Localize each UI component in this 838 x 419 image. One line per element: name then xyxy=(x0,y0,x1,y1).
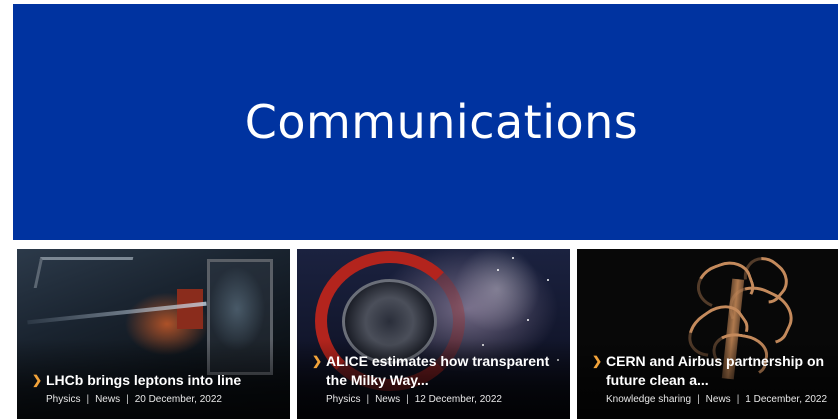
chevron-right-icon: ❯ xyxy=(312,354,323,368)
chevron-right-icon: ❯ xyxy=(32,373,43,387)
news-card-meta: Knowledge sharing | News | 1 December, 2022 xyxy=(592,394,828,405)
meta-separator: | xyxy=(736,394,740,405)
news-card-airbus[interactable]: ❯ CERN and Airbus partnership on future … xyxy=(577,249,838,419)
news-card-category: Knowledge sharing xyxy=(606,394,692,405)
star xyxy=(527,319,529,321)
news-card-title[interactable]: ALICE estimates how transparent the Milk… xyxy=(326,352,560,390)
news-card-lhcb[interactable]: ❯ LHCb brings leptons into line Physics |… xyxy=(17,249,290,419)
star xyxy=(547,279,549,281)
news-card-date: 20 December, 2022 xyxy=(134,394,222,405)
meta-separator: | xyxy=(126,394,129,405)
news-card-list: ❯ LHCb brings leptons into line Physics |… xyxy=(17,249,838,419)
meta-separator: | xyxy=(366,394,370,405)
news-card-title-row[interactable]: ❯ CERN and Airbus partnership on future … xyxy=(592,352,828,390)
news-card-date: 12 December, 2022 xyxy=(414,394,502,405)
news-card-caption: ❯ LHCb brings leptons into line Physics |… xyxy=(32,371,280,405)
news-card-category: Physics xyxy=(46,394,81,405)
meta-separator: | xyxy=(86,394,90,405)
communications-banner: Communications xyxy=(13,4,838,240)
news-card-title-row[interactable]: ❯ ALICE estimates how transparent the Mi… xyxy=(312,352,560,390)
star xyxy=(497,269,499,271)
news-card-category: Physics xyxy=(326,394,361,405)
news-card-title[interactable]: LHCb brings leptons into line xyxy=(46,371,241,390)
meta-separator: | xyxy=(406,394,409,405)
news-card-meta: Physics | News | 12 December, 2022 xyxy=(312,394,560,405)
detector-frame xyxy=(33,257,134,288)
news-card-type: News xyxy=(95,394,121,405)
star xyxy=(512,257,514,259)
news-card-title[interactable]: CERN and Airbus partnership on future cl… xyxy=(606,352,828,390)
news-card-type: News xyxy=(375,394,401,405)
news-card-meta: Physics | News | 20 December, 2022 xyxy=(32,394,280,405)
news-card-alice[interactable]: ❯ ALICE estimates how transparent the Mi… xyxy=(297,249,570,419)
news-card-caption: ❯ ALICE estimates how transparent the Mi… xyxy=(312,352,560,405)
meta-separator: | xyxy=(697,394,700,405)
chevron-right-icon: ❯ xyxy=(592,354,603,368)
news-card-date: 1 December, 2022 xyxy=(745,394,828,405)
page-title: Communications xyxy=(244,95,639,149)
news-card-title-row[interactable]: ❯ LHCb brings leptons into line xyxy=(32,371,280,390)
news-card-caption: ❯ CERN and Airbus partnership on future … xyxy=(592,352,828,405)
news-card-type: News xyxy=(705,394,731,405)
detector-component xyxy=(177,289,203,329)
